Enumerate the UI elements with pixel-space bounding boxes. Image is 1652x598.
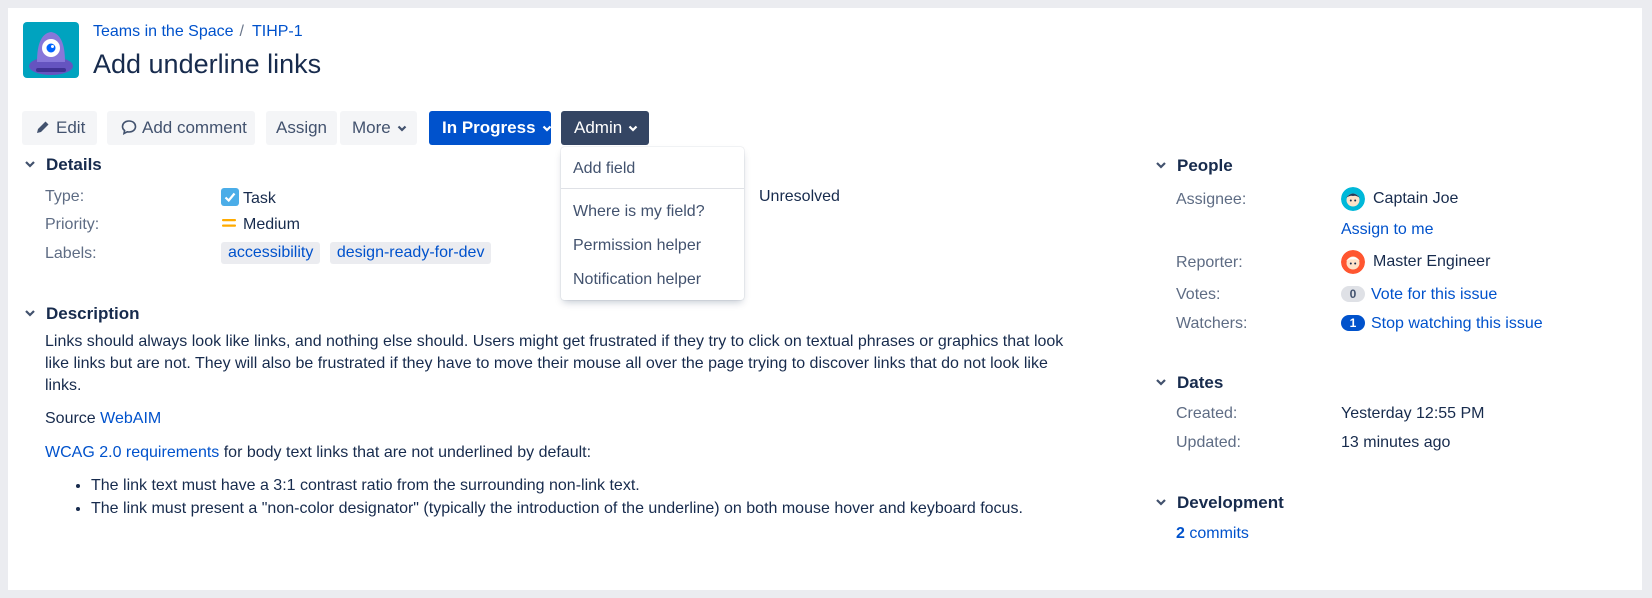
more-button[interactable]: More [340, 111, 417, 145]
requirements-list: The link text must have a 3:1 contrast r… [45, 474, 1075, 520]
priority-label: Priority: [45, 216, 100, 233]
issue-page: Teams in the Space / TIHP-1 Add underline … [8, 8, 1642, 590]
priority-value-text: Medium [243, 216, 300, 233]
issue-title: Add underline links [93, 49, 322, 79]
menu-item-where-is-my-field[interactable]: Where is my field? [573, 203, 705, 221]
assignee-name: Captain Joe [1373, 190, 1459, 208]
avatar [1341, 187, 1365, 211]
description-heading: Description [46, 304, 140, 323]
type-label: Type: [45, 188, 85, 205]
details-section-header[interactable]: Details [23, 155, 102, 175]
updated-value: 13 minutes ago [1341, 434, 1451, 451]
type-value: Task [221, 188, 276, 208]
commits-link[interactable]: 2 commits [1176, 525, 1249, 543]
watchers-value: 1 Stop watching this issue [1341, 315, 1543, 333]
source-link[interactable]: WebAIM [100, 410, 161, 427]
admin-dropdown-menu: Add field Where is my field? Permission … [561, 147, 744, 300]
menu-divider [561, 188, 744, 189]
priority-medium-icon [222, 219, 236, 227]
vote-link[interactable]: Vote for this issue [1371, 286, 1497, 303]
breadcrumb: Teams in the Space / TIHP-1 [93, 22, 303, 42]
edit-button-label: Edit [56, 118, 86, 137]
created-value: Yesterday 12:55 PM [1341, 405, 1485, 422]
list-item: The link text must have a 3:1 contrast r… [91, 474, 1075, 497]
status-button-label: In Progress [442, 118, 536, 137]
label-tag[interactable]: accessibility [221, 242, 321, 264]
menu-item-permission-helper[interactable]: Permission helper [573, 237, 701, 255]
dates-heading: Dates [1177, 373, 1224, 392]
priority-value: Medium [221, 216, 300, 234]
votes-count-badge: 0 [1341, 286, 1365, 302]
chevron-down-icon [1156, 499, 1166, 506]
status-transition-button[interactable]: In Progress [429, 111, 551, 145]
description-paragraph: Links should always look like links, and… [45, 333, 1064, 394]
chevron-down-icon [628, 125, 638, 132]
commits-label: commits [1189, 525, 1249, 542]
menu-item-notification-helper[interactable]: Notification helper [573, 271, 701, 289]
votes-value: 0 Vote for this issue [1341, 286, 1497, 304]
description-source: Source WebAIM [45, 408, 1075, 430]
assign-button[interactable]: Assign [266, 111, 337, 145]
chevron-down-icon [397, 125, 407, 132]
updated-label: Updated: [1176, 434, 1241, 451]
resolution-value: Unresolved [759, 188, 840, 205]
chevron-down-icon [542, 125, 551, 132]
watchers-count-badge: 1 [1341, 315, 1365, 331]
description-wcag: WCAG 2.0 requirements for body text link… [45, 442, 1075, 464]
chevron-down-icon [1156, 162, 1166, 169]
edit-button[interactable]: Edit [22, 111, 97, 145]
more-button-label: More [352, 118, 391, 137]
labels-label: Labels: [45, 245, 97, 262]
people-section-header[interactable]: People [1154, 156, 1233, 176]
description-body: Links should always look like links, and… [45, 331, 1075, 520]
details-heading: Details [46, 155, 102, 174]
watchers-label: Watchers: [1176, 315, 1248, 332]
chevron-down-icon [25, 161, 35, 168]
add-comment-button-label: Add comment [142, 118, 247, 137]
breadcrumb-separator: / [239, 23, 244, 40]
admin-button-label: Admin [574, 118, 623, 137]
chevron-down-icon [25, 310, 35, 317]
source-prefix: Source [45, 410, 96, 427]
assign-button-label: Assign [275, 118, 328, 137]
breadcrumb-issue-link[interactable]: TIHP-1 [252, 23, 303, 40]
admin-button[interactable]: Admin [561, 111, 649, 145]
description-section-header[interactable]: Description [23, 304, 140, 324]
menu-item-add-field[interactable]: Add field [573, 160, 635, 178]
comment-icon [121, 120, 137, 135]
reporter-value[interactable]: Master Engineer [1341, 250, 1490, 274]
pencil-icon [37, 121, 49, 133]
stop-watching-link[interactable]: Stop watching this issue [1371, 315, 1543, 332]
alien-icon [29, 32, 73, 75]
assignee-label: Assignee: [1176, 191, 1247, 208]
assign-to-me-link[interactable]: Assign to me [1341, 221, 1433, 239]
list-item: The link must present a "non-color desig… [91, 497, 1075, 520]
reporter-label: Reporter: [1176, 254, 1243, 271]
task-icon [221, 188, 239, 206]
wcag-suffix: for body text links that are not underli… [223, 444, 592, 461]
votes-label: Votes: [1176, 286, 1221, 303]
avatar [1341, 250, 1365, 274]
wcag-link[interactable]: WCAG 2.0 requirements [45, 444, 219, 461]
label-tag[interactable]: design-ready-for-dev [329, 242, 492, 264]
assignee-value[interactable]: Captain Joe [1341, 187, 1458, 211]
created-label: Created: [1176, 405, 1238, 422]
people-heading: People [1177, 156, 1233, 175]
reporter-name: Master Engineer [1373, 253, 1491, 271]
development-heading: Development [1177, 493, 1284, 512]
type-value-text: Task [243, 190, 276, 207]
commits-count: 2 [1176, 525, 1185, 542]
breadcrumb-project-link[interactable]: Teams in the Space [93, 23, 234, 40]
development-section-header[interactable]: Development [1154, 493, 1284, 513]
labels-list: accessibility design-ready-for-dev [221, 242, 492, 264]
dates-section-header[interactable]: Dates [1154, 373, 1223, 393]
chevron-down-icon [1156, 379, 1166, 386]
project-avatar[interactable] [23, 22, 79, 78]
add-comment-button[interactable]: Add comment [107, 111, 255, 145]
